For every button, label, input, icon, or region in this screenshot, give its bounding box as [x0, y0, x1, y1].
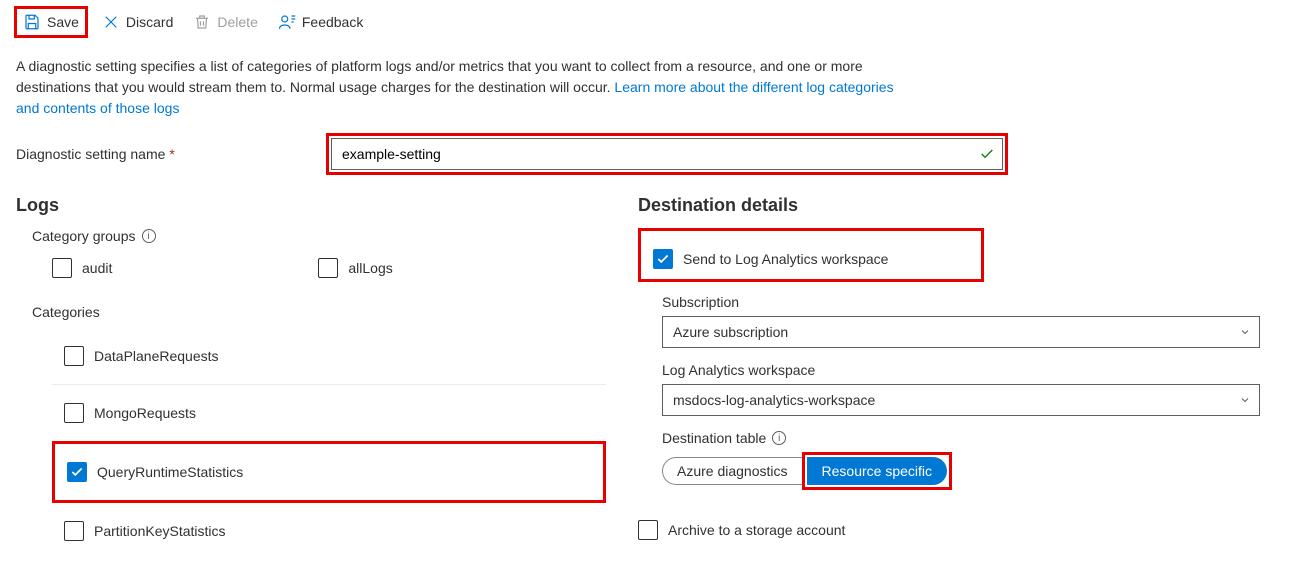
category-label: DataPlaneRequests [94, 348, 219, 364]
feedback-icon [278, 13, 296, 31]
group-alllogs-label: allLogs [348, 260, 392, 276]
checkbox-archive[interactable] [638, 520, 658, 540]
category-mongorequests-row[interactable]: MongoRequests [16, 385, 606, 441]
checkbox-mongorequests[interactable] [64, 403, 84, 423]
required-indicator: * [169, 146, 174, 162]
category-label: QueryRuntimeStatistics [97, 464, 243, 480]
chevron-down-icon [1239, 326, 1251, 338]
logs-title: Logs [16, 195, 606, 216]
category-groups-label: Category groups i [32, 228, 606, 244]
subscription-label: Subscription [662, 294, 1298, 310]
save-button[interactable]: Save [17, 9, 85, 35]
category-partitionkeystatistics-row[interactable]: PartitionKeyStatistics [16, 503, 606, 559]
send-to-la-row[interactable]: Send to Log Analytics workspace [641, 239, 981, 279]
archive-storage-row[interactable]: Archive to a storage account [638, 510, 1298, 550]
pill-resource-specific[interactable]: Resource specific [807, 457, 948, 485]
feedback-button[interactable]: Feedback [272, 9, 369, 35]
group-alllogs-row[interactable]: allLogs [318, 252, 392, 284]
destination-table-label: Destination table i [662, 430, 1298, 446]
checkbox-dataplanerequests[interactable] [64, 346, 84, 366]
subscription-value: Azure subscription [673, 324, 788, 340]
categories-label: Categories [32, 304, 606, 320]
delete-button: Delete [187, 9, 263, 35]
checkbox-alllogs[interactable] [318, 258, 338, 278]
category-label: PartitionKeyStatistics [94, 523, 226, 539]
save-label: Save [47, 14, 79, 30]
feedback-label: Feedback [302, 14, 363, 30]
archive-label: Archive to a storage account [668, 522, 845, 538]
discard-button[interactable]: Discard [96, 9, 179, 35]
send-la-label: Send to Log Analytics workspace [683, 251, 888, 267]
checkbox-queryruntimestatistics[interactable] [67, 462, 87, 482]
description-text: A diagnostic setting specifies a list of… [16, 56, 916, 119]
workspace-value: msdocs-log-analytics-workspace [673, 392, 875, 408]
subscription-select[interactable]: Azure subscription [662, 316, 1260, 348]
group-audit-row[interactable]: audit [52, 252, 112, 284]
destination-title: Destination details [638, 195, 1298, 216]
workspace-label: Log Analytics workspace [662, 362, 1298, 378]
checkbox-partitionkeystatistics[interactable] [64, 521, 84, 541]
info-icon[interactable]: i [142, 229, 156, 243]
save-icon [23, 13, 41, 31]
setting-name-input[interactable] [331, 138, 1003, 170]
delete-label: Delete [217, 14, 257, 30]
checkbox-send-la[interactable] [653, 249, 673, 269]
category-label: MongoRequests [94, 405, 196, 421]
category-dataplanerequests-row[interactable]: DataPlaneRequests [16, 328, 606, 384]
checkbox-audit[interactable] [52, 258, 72, 278]
trash-icon [193, 13, 211, 31]
setting-name-label: Diagnostic setting name* [16, 146, 316, 162]
pill-azure-diagnostics[interactable]: Azure diagnostics [662, 457, 802, 485]
info-icon[interactable]: i [772, 431, 786, 445]
workspace-select[interactable]: msdocs-log-analytics-workspace [662, 384, 1260, 416]
close-icon [102, 13, 120, 31]
group-audit-label: audit [82, 260, 112, 276]
category-queryruntimestatistics-row[interactable]: QueryRuntimeStatistics [55, 444, 603, 500]
discard-label: Discard [126, 14, 173, 30]
chevron-down-icon [1239, 394, 1251, 406]
